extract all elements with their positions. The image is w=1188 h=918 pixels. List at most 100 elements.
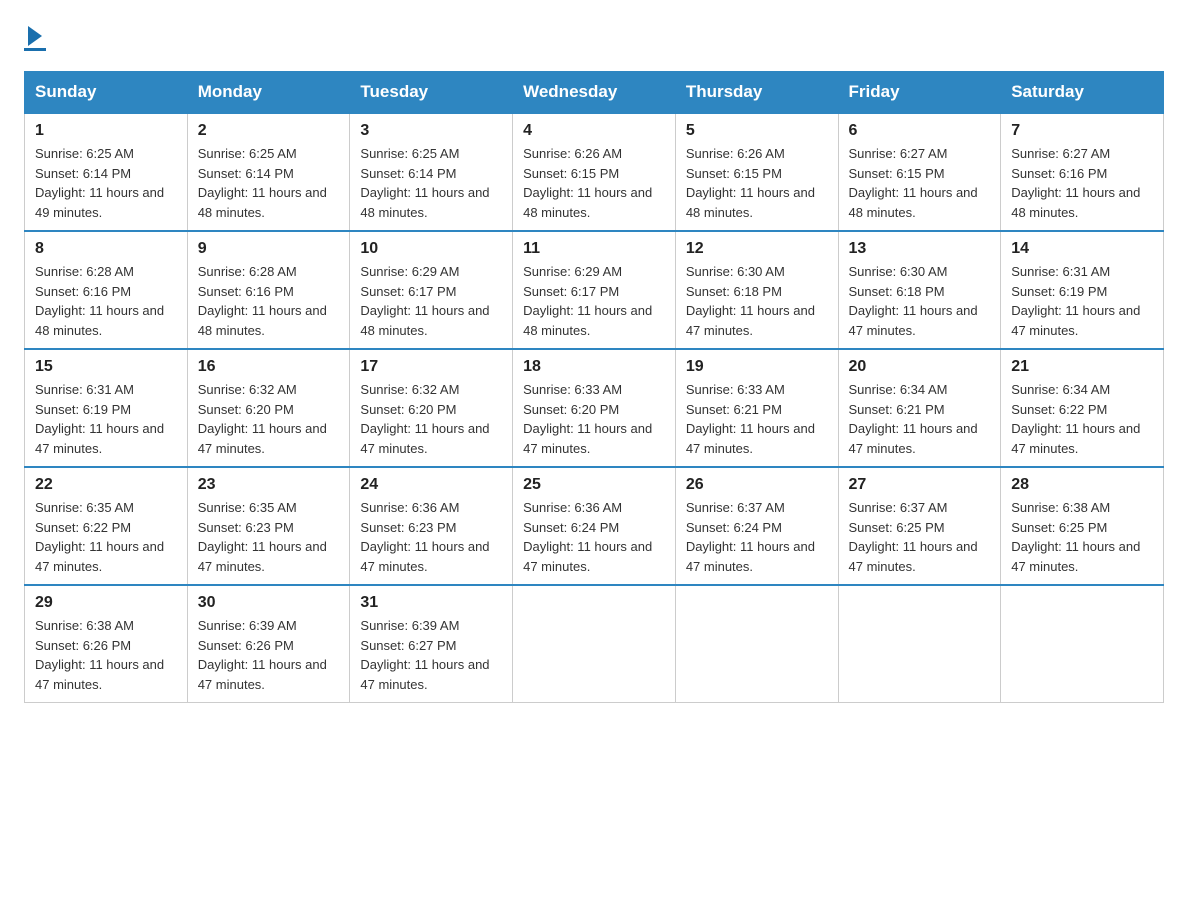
calendar-cell: 18 Sunrise: 6:33 AMSunset: 6:20 PMDayligh… bbox=[513, 349, 676, 467]
day-number: 9 bbox=[198, 240, 340, 258]
calendar-week-row: 8 Sunrise: 6:28 AMSunset: 6:16 PMDaylight… bbox=[25, 231, 1164, 349]
calendar-cell bbox=[838, 585, 1001, 703]
day-number: 4 bbox=[523, 122, 665, 140]
day-info: Sunrise: 6:25 AMSunset: 6:14 PMDaylight:… bbox=[360, 144, 502, 222]
day-number: 7 bbox=[1011, 122, 1153, 140]
day-number: 29 bbox=[35, 594, 177, 612]
calendar-cell: 11Sunrise: 6:29 AMSunset: 6:17 PMDayligh… bbox=[513, 231, 676, 349]
calendar-cell: 21 Sunrise: 6:34 AMSunset: 6:22 PMDayligh… bbox=[1001, 349, 1164, 467]
day-number: 2 bbox=[198, 122, 340, 140]
calendar-week-row: 15 Sunrise: 6:31 AMSunset: 6:19 PMDayligh… bbox=[25, 349, 1164, 467]
calendar-cell: 14 Sunrise: 6:31 AMSunset: 6:19 PMDayligh… bbox=[1001, 231, 1164, 349]
day-info: Sunrise: 6:31 AMSunset: 6:19 PMDaylight:… bbox=[35, 380, 177, 458]
day-info: Sunrise: 6:33 AMSunset: 6:20 PMDaylight:… bbox=[523, 380, 665, 458]
day-info: Sunrise: 6:29 AMSunset: 6:17 PMDaylight:… bbox=[523, 262, 665, 340]
calendar-cell: 17 Sunrise: 6:32 AMSunset: 6:20 PMDayligh… bbox=[350, 349, 513, 467]
day-info: Sunrise: 6:25 AMSunset: 6:14 PMDaylight:… bbox=[198, 144, 340, 222]
day-number: 12 bbox=[686, 240, 828, 258]
day-number: 21 bbox=[1011, 358, 1153, 376]
calendar-cell: 23 Sunrise: 6:35 AMSunset: 6:23 PMDayligh… bbox=[187, 467, 350, 585]
calendar-cell: 5 Sunrise: 6:26 AMSunset: 6:15 PMDaylight… bbox=[675, 113, 838, 231]
calendar-cell: 28 Sunrise: 6:38 AMSunset: 6:25 PMDayligh… bbox=[1001, 467, 1164, 585]
day-info: Sunrise: 6:25 AMSunset: 6:14 PMDaylight:… bbox=[35, 144, 177, 222]
day-info: Sunrise: 6:28 AMSunset: 6:16 PMDaylight:… bbox=[198, 262, 340, 340]
logo bbox=[24, 24, 46, 51]
day-number: 10 bbox=[360, 240, 502, 258]
day-info: Sunrise: 6:37 AMSunset: 6:24 PMDaylight:… bbox=[686, 498, 828, 576]
calendar-cell: 7 Sunrise: 6:27 AMSunset: 6:16 PMDaylight… bbox=[1001, 113, 1164, 231]
calendar-cell bbox=[675, 585, 838, 703]
calendar-cell: 29 Sunrise: 6:38 AMSunset: 6:26 PMDayligh… bbox=[25, 585, 188, 703]
day-info: Sunrise: 6:39 AMSunset: 6:27 PMDaylight:… bbox=[360, 616, 502, 694]
day-info: Sunrise: 6:32 AMSunset: 6:20 PMDaylight:… bbox=[360, 380, 502, 458]
header-friday: Friday bbox=[838, 72, 1001, 114]
day-info: Sunrise: 6:34 AMSunset: 6:21 PMDaylight:… bbox=[849, 380, 991, 458]
day-number: 15 bbox=[35, 358, 177, 376]
day-info: Sunrise: 6:37 AMSunset: 6:25 PMDaylight:… bbox=[849, 498, 991, 576]
day-number: 27 bbox=[849, 476, 991, 494]
day-number: 18 bbox=[523, 358, 665, 376]
calendar-cell: 19Sunrise: 6:33 AMSunset: 6:21 PMDayligh… bbox=[675, 349, 838, 467]
day-info: Sunrise: 6:36 AMSunset: 6:23 PMDaylight:… bbox=[360, 498, 502, 576]
day-info: Sunrise: 6:34 AMSunset: 6:22 PMDaylight:… bbox=[1011, 380, 1153, 458]
day-number: 26 bbox=[686, 476, 828, 494]
header-sunday: Sunday bbox=[25, 72, 188, 114]
header bbox=[24, 24, 1164, 51]
day-number: 5 bbox=[686, 122, 828, 140]
day-number: 8 bbox=[35, 240, 177, 258]
calendar-cell: 10 Sunrise: 6:29 AMSunset: 6:17 PMDayligh… bbox=[350, 231, 513, 349]
day-number: 16 bbox=[198, 358, 340, 376]
calendar-table: SundayMondayTuesdayWednesdayThursdayFrid… bbox=[24, 71, 1164, 703]
day-number: 19 bbox=[686, 358, 828, 376]
day-info: Sunrise: 6:35 AMSunset: 6:22 PMDaylight:… bbox=[35, 498, 177, 576]
day-number: 28 bbox=[1011, 476, 1153, 494]
day-info: Sunrise: 6:32 AMSunset: 6:20 PMDaylight:… bbox=[198, 380, 340, 458]
calendar-cell: 24 Sunrise: 6:36 AMSunset: 6:23 PMDayligh… bbox=[350, 467, 513, 585]
day-info: Sunrise: 6:29 AMSunset: 6:17 PMDaylight:… bbox=[360, 262, 502, 340]
calendar-cell: 4 Sunrise: 6:26 AMSunset: 6:15 PMDaylight… bbox=[513, 113, 676, 231]
calendar-cell: 3 Sunrise: 6:25 AMSunset: 6:14 PMDaylight… bbox=[350, 113, 513, 231]
day-info: Sunrise: 6:35 AMSunset: 6:23 PMDaylight:… bbox=[198, 498, 340, 576]
day-info: Sunrise: 6:27 AMSunset: 6:15 PMDaylight:… bbox=[849, 144, 991, 222]
day-info: Sunrise: 6:31 AMSunset: 6:19 PMDaylight:… bbox=[1011, 262, 1153, 340]
day-number: 23 bbox=[198, 476, 340, 494]
calendar-cell: 1Sunrise: 6:25 AMSunset: 6:14 PMDaylight… bbox=[25, 113, 188, 231]
calendar-cell: 12 Sunrise: 6:30 AMSunset: 6:18 PMDayligh… bbox=[675, 231, 838, 349]
day-number: 24 bbox=[360, 476, 502, 494]
header-tuesday: Tuesday bbox=[350, 72, 513, 114]
calendar-week-row: 1Sunrise: 6:25 AMSunset: 6:14 PMDaylight… bbox=[25, 113, 1164, 231]
day-info: Sunrise: 6:36 AMSunset: 6:24 PMDaylight:… bbox=[523, 498, 665, 576]
calendar-cell: 20 Sunrise: 6:34 AMSunset: 6:21 PMDayligh… bbox=[838, 349, 1001, 467]
calendar-cell: 2 Sunrise: 6:25 AMSunset: 6:14 PMDaylight… bbox=[187, 113, 350, 231]
logo-arrow-icon bbox=[28, 26, 42, 46]
calendar-week-row: 29 Sunrise: 6:38 AMSunset: 6:26 PMDayligh… bbox=[25, 585, 1164, 703]
day-number: 30 bbox=[198, 594, 340, 612]
day-info: Sunrise: 6:26 AMSunset: 6:15 PMDaylight:… bbox=[523, 144, 665, 222]
day-number: 3 bbox=[360, 122, 502, 140]
day-info: Sunrise: 6:38 AMSunset: 6:26 PMDaylight:… bbox=[35, 616, 177, 694]
day-number: 13 bbox=[849, 240, 991, 258]
calendar-cell: 25 Sunrise: 6:36 AMSunset: 6:24 PMDayligh… bbox=[513, 467, 676, 585]
header-monday: Monday bbox=[187, 72, 350, 114]
calendar-cell: 16 Sunrise: 6:32 AMSunset: 6:20 PMDayligh… bbox=[187, 349, 350, 467]
calendar-cell: 13Sunrise: 6:30 AMSunset: 6:18 PMDayligh… bbox=[838, 231, 1001, 349]
calendar-cell: 6Sunrise: 6:27 AMSunset: 6:15 PMDaylight… bbox=[838, 113, 1001, 231]
day-number: 17 bbox=[360, 358, 502, 376]
day-number: 14 bbox=[1011, 240, 1153, 258]
header-saturday: Saturday bbox=[1001, 72, 1164, 114]
day-info: Sunrise: 6:26 AMSunset: 6:15 PMDaylight:… bbox=[686, 144, 828, 222]
day-info: Sunrise: 6:27 AMSunset: 6:16 PMDaylight:… bbox=[1011, 144, 1153, 222]
calendar-header-row: SundayMondayTuesdayWednesdayThursdayFrid… bbox=[25, 72, 1164, 114]
calendar-cell: 26 Sunrise: 6:37 AMSunset: 6:24 PMDayligh… bbox=[675, 467, 838, 585]
logo-underline bbox=[24, 48, 46, 51]
day-info: Sunrise: 6:30 AMSunset: 6:18 PMDaylight:… bbox=[686, 262, 828, 340]
calendar-cell: 15 Sunrise: 6:31 AMSunset: 6:19 PMDayligh… bbox=[25, 349, 188, 467]
day-number: 25 bbox=[523, 476, 665, 494]
calendar-cell bbox=[513, 585, 676, 703]
calendar-week-row: 22Sunrise: 6:35 AMSunset: 6:22 PMDayligh… bbox=[25, 467, 1164, 585]
day-info: Sunrise: 6:38 AMSunset: 6:25 PMDaylight:… bbox=[1011, 498, 1153, 576]
calendar-cell: 22Sunrise: 6:35 AMSunset: 6:22 PMDayligh… bbox=[25, 467, 188, 585]
day-number: 20 bbox=[849, 358, 991, 376]
calendar-cell: 9 Sunrise: 6:28 AMSunset: 6:16 PMDaylight… bbox=[187, 231, 350, 349]
day-number: 31 bbox=[360, 594, 502, 612]
